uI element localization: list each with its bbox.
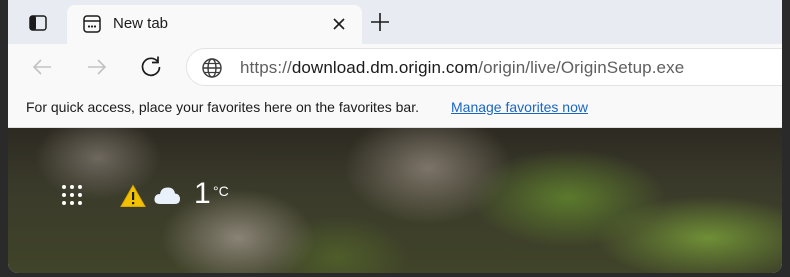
tab-new-tab[interactable]: New tab (67, 5, 362, 44)
app-launcher-icon[interactable] (60, 183, 84, 207)
tab-actions-icon (29, 15, 47, 31)
forward-arrow-icon[interactable] (83, 53, 111, 81)
temperature-unit: °C (213, 183, 229, 199)
url-path: /origin/live/OriginSetup.exe (478, 58, 685, 77)
favorites-bar-message: For quick access, place your favorites h… (26, 99, 419, 115)
temperature-value: 1 (194, 177, 211, 210)
tab-title: New tab (113, 15, 169, 32)
warning-icon (120, 184, 146, 207)
refresh-icon[interactable] (137, 53, 165, 81)
globe-icon[interactable] (201, 57, 223, 79)
url-scheme: https:// (240, 58, 292, 77)
back-arrow-icon[interactable] (28, 53, 56, 81)
cloud-icon (154, 187, 180, 204)
manage-favorites-link[interactable]: Manage favorites now (451, 99, 588, 115)
plus-icon[interactable] (368, 10, 392, 34)
url-host: download.dm.origin.com (291, 58, 479, 77)
tab-strip: New tab (8, 0, 782, 44)
new-tab-page-icon (83, 15, 101, 33)
tab-actions-button[interactable] (20, 9, 56, 37)
browser-window: New tab https://download.dm.origin.com/o… (8, 0, 782, 273)
address-bar[interactable]: https://download.dm.origin.com/origin/li… (186, 48, 782, 86)
close-icon[interactable] (329, 14, 349, 34)
new-tab-page-background: 1 °C (8, 128, 782, 273)
url-text[interactable]: https://download.dm.origin.com/origin/li… (240, 58, 684, 78)
favorites-bar: For quick access, place your favorites h… (8, 88, 782, 128)
navigation-toolbar: https://download.dm.origin.com/origin/li… (8, 44, 782, 88)
